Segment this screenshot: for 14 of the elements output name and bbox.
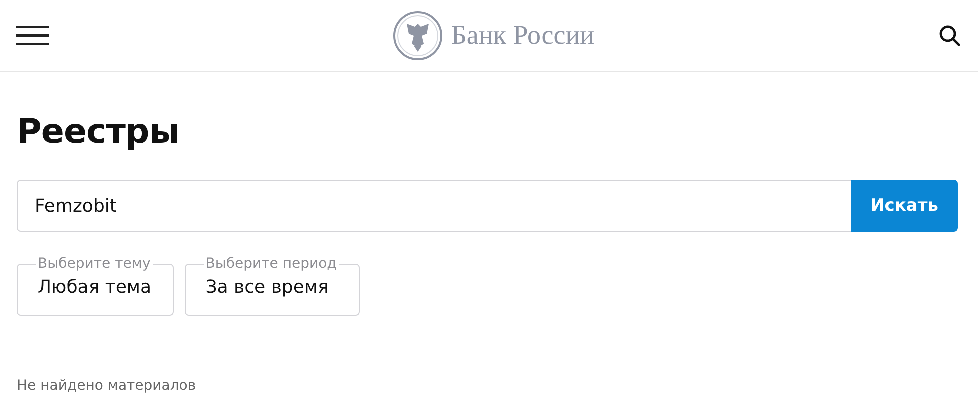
logo-text: Банк России: [451, 20, 595, 51]
filter-select[interactable]: Выберите период За все время: [184, 256, 360, 316]
search-field[interactable]: Femzobit: [17, 180, 851, 232]
filter-label: Выберите тему: [37, 256, 152, 272]
menu-button[interactable]: [16, 24, 49, 46]
no-results-message: Не найдено материалов: [17, 378, 198, 394]
filter-value: Любая тема: [38, 276, 152, 300]
filter-label: Выберите период: [204, 256, 338, 272]
search-button[interactable]: [939, 24, 961, 46]
eagle-emblem-icon: [393, 10, 444, 60]
page-title: Реестры: [17, 111, 180, 154]
filter-select[interactable]: Выберите тему Любая тема: [17, 256, 174, 316]
search-submit-button[interactable]: Искать: [851, 180, 958, 232]
filter-value: За все время: [206, 276, 329, 300]
